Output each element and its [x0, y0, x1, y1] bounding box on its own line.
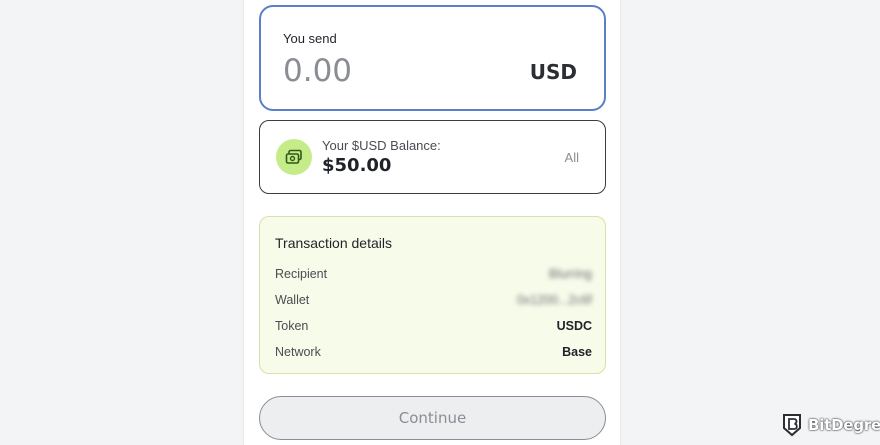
- token-value: USDC: [556, 319, 592, 333]
- amount-input[interactable]: [283, 53, 483, 89]
- send-amount-card[interactable]: You send USD: [259, 5, 606, 111]
- details-row-wallet: Wallet 0x1200...2c6f: [275, 293, 592, 309]
- brand-name: BitDegree: [808, 416, 880, 434]
- wallet-value: 0x1200...2c6f: [516, 293, 592, 307]
- recipient-value: Blurring: [548, 267, 592, 281]
- details-row-recipient: Recipient Blurring: [275, 267, 592, 283]
- currency-label: USD: [529, 60, 577, 84]
- balance-label: Your $USD Balance:: [322, 138, 441, 153]
- details-row-network: Network Base: [275, 345, 592, 361]
- row-label: Network: [275, 345, 321, 359]
- details-title: Transaction details: [275, 235, 392, 251]
- payment-panel: You send USD Your $USD Balance: $50.00 A…: [243, 0, 621, 445]
- wallet-icon: [285, 149, 302, 164]
- balance-card: Your $USD Balance: $50.00 All: [259, 120, 606, 194]
- row-label: Token: [275, 319, 309, 333]
- wallet-badge: [276, 139, 312, 175]
- send-label: You send: [283, 31, 337, 46]
- continue-button[interactable]: Continue: [259, 396, 606, 440]
- details-row-token: Token USDC: [275, 319, 592, 335]
- row-label: Wallet: [275, 293, 310, 307]
- all-button[interactable]: All: [565, 150, 579, 165]
- brand-watermark: BitDegree: [782, 411, 880, 439]
- row-label: Recipient: [275, 267, 328, 281]
- transaction-details-card: Transaction details Recipient Blurring W…: [259, 216, 606, 374]
- bitdegree-shield-icon: [783, 414, 801, 437]
- balance-value: $50.00: [322, 155, 392, 176]
- network-value: Base: [562, 345, 592, 359]
